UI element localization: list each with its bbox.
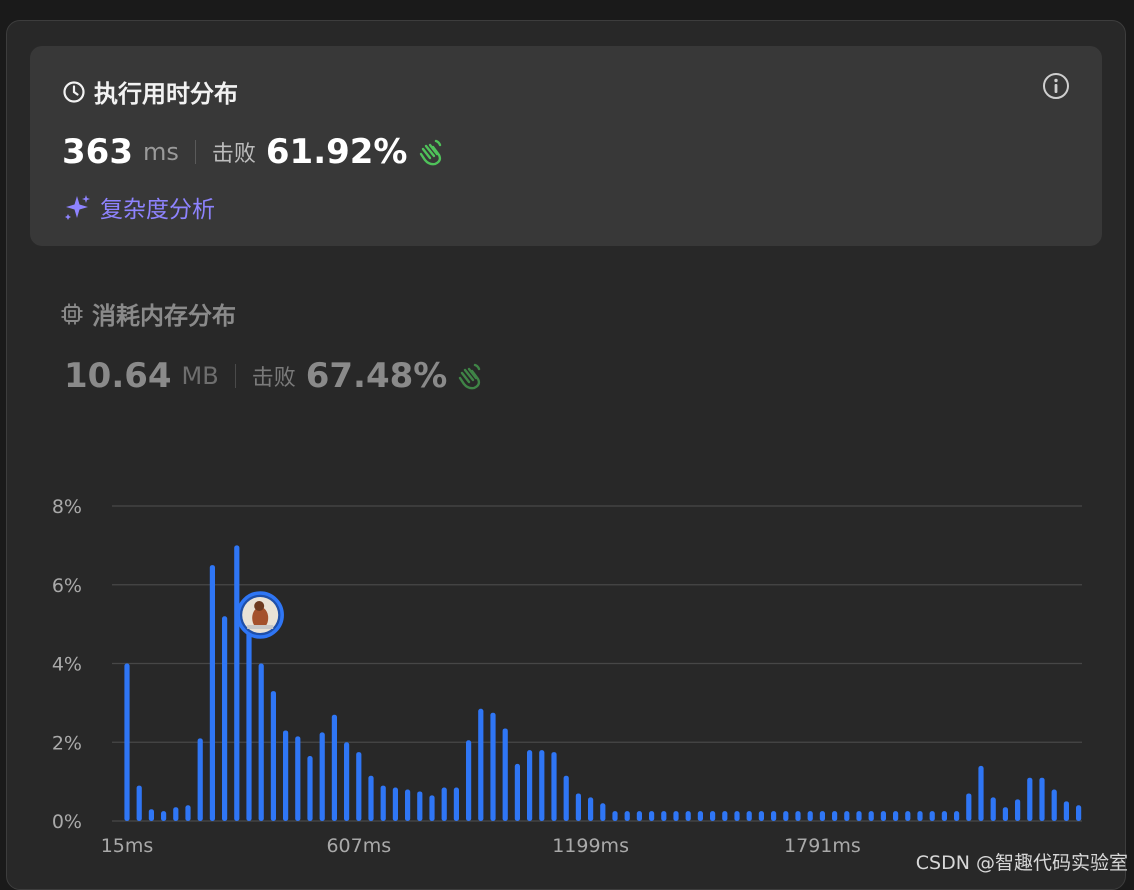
bar	[1015, 799, 1021, 821]
bar	[246, 628, 252, 821]
bar	[234, 545, 240, 821]
bar	[295, 736, 301, 821]
y-tick-label: 4%	[52, 654, 82, 676]
bar	[966, 793, 972, 821]
bar	[356, 752, 362, 821]
bar	[795, 811, 801, 821]
bar	[283, 730, 289, 821]
x-tick-label: 15ms	[101, 835, 154, 857]
bar	[600, 803, 606, 821]
bar	[319, 732, 325, 821]
avatar-ground	[247, 625, 274, 629]
bar	[502, 728, 508, 821]
y-tick-label: 2%	[52, 732, 82, 754]
bar	[990, 797, 996, 821]
x-tick-label: 607ms	[326, 835, 391, 857]
bar	[490, 712, 496, 821]
y-tick-label: 8%	[52, 496, 82, 518]
bar	[124, 663, 130, 821]
bar	[453, 787, 459, 821]
bar	[649, 811, 655, 821]
bar	[539, 750, 545, 821]
bar	[405, 789, 411, 821]
bar	[636, 811, 642, 821]
bar	[905, 811, 911, 821]
bar	[612, 811, 618, 821]
bar	[661, 811, 667, 821]
bar	[380, 785, 386, 821]
bar	[783, 811, 789, 821]
bar	[575, 793, 581, 821]
bar	[673, 811, 679, 821]
runtime-distribution-chart: 0% 2% 4% 6% 8% 15ms 607ms 1199ms 1791ms	[52, 496, 1082, 857]
bar	[1027, 777, 1033, 821]
bar	[441, 787, 447, 821]
bar	[978, 765, 984, 821]
bar	[527, 750, 533, 821]
bar	[893, 811, 899, 821]
avatar-head	[254, 601, 265, 611]
bar	[917, 811, 923, 821]
bar	[1039, 777, 1045, 821]
bar	[685, 811, 691, 821]
bar	[222, 616, 228, 821]
bar	[209, 565, 215, 821]
x-tick-label: 1199ms	[552, 835, 629, 857]
bar	[1076, 805, 1082, 821]
y-tick-label: 0%	[52, 811, 82, 833]
bar	[856, 811, 862, 821]
bar	[392, 787, 398, 821]
bar	[514, 763, 520, 821]
bar	[161, 811, 167, 821]
bar	[697, 811, 703, 821]
bar	[868, 811, 874, 821]
bar	[807, 811, 813, 821]
bar	[466, 740, 472, 821]
bar	[331, 714, 337, 821]
bar	[429, 795, 435, 821]
bar	[173, 807, 179, 821]
bar	[832, 811, 838, 821]
bar	[368, 775, 374, 821]
bar	[771, 811, 777, 821]
bar	[758, 811, 764, 821]
bar	[551, 752, 557, 821]
bar	[819, 811, 825, 821]
watermark: CSDN @智趣代码实验室	[915, 852, 1128, 874]
bar	[624, 811, 630, 821]
bar	[1063, 801, 1069, 821]
bar	[734, 811, 740, 821]
bar	[1051, 789, 1057, 821]
bar	[417, 791, 423, 821]
y-tick-label: 6%	[52, 575, 82, 597]
bar	[307, 756, 313, 821]
bar	[197, 738, 203, 821]
bar	[722, 811, 728, 821]
bar	[880, 811, 886, 821]
bar	[588, 797, 594, 821]
bar	[1002, 807, 1008, 821]
bar	[185, 805, 191, 821]
bar	[941, 811, 947, 821]
bar	[270, 691, 276, 821]
bar	[136, 785, 142, 821]
bar	[929, 811, 935, 821]
bar	[344, 742, 350, 821]
bar	[563, 775, 569, 821]
bar	[954, 811, 960, 821]
bar	[844, 811, 850, 821]
x-tick-label: 1791ms	[784, 835, 861, 857]
bar	[258, 663, 264, 821]
bar	[710, 811, 716, 821]
bar	[746, 811, 752, 821]
bar	[148, 809, 154, 821]
bar	[478, 708, 484, 821]
